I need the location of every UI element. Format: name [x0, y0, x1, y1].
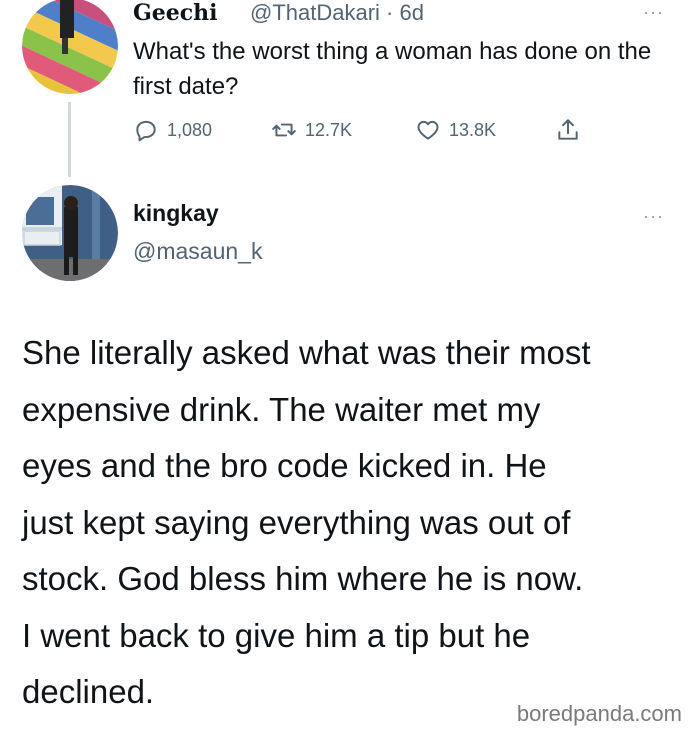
reply-text-line: She literally asked what was their most	[22, 334, 591, 371]
original-author-name[interactable]: Geechi	[133, 0, 218, 26]
kingkay-avatar[interactable]	[22, 185, 118, 281]
kingkay-avatar-image	[22, 185, 118, 281]
reply-tweet-text: She literally asked what was their most …	[22, 325, 682, 721]
original-tweet-text: What's the worst thing a woman has done …	[133, 38, 652, 100]
reply-text-line: I went back to give him a tip but he	[22, 616, 531, 654]
reply-count: 1,080	[167, 119, 213, 140]
reply-text-line: expensive drink. The waiter met my	[22, 390, 541, 428]
reply-button[interactable]: 1,080	[133, 117, 212, 143]
thread-connector-line	[68, 102, 71, 177]
reply-icon	[136, 120, 156, 142]
site-watermark: boredpanda.com	[516, 701, 682, 726]
reply-text-line: stock. God bless him where he is now.	[22, 560, 584, 597]
like-count: 13.8K	[449, 119, 497, 140]
reply-author-name[interactable]: kingkay	[133, 200, 219, 227]
like-button[interactable]: 13.8K	[415, 117, 496, 143]
more-options-icon[interactable]: ···	[643, 2, 664, 23]
reply-more-options-icon[interactable]: ···	[643, 206, 664, 227]
reply-text-line: just kept saying everything was out of	[22, 503, 571, 541]
share-button[interactable]	[555, 117, 581, 143]
reply-author-handle[interactable]: @masaun_k	[133, 238, 262, 265]
geechi-avatar[interactable]	[22, 0, 118, 94]
reply-text-line: eyes and the bro code kicked in. He	[22, 447, 547, 484]
share-icon	[558, 119, 578, 140]
geechi-avatar-image	[22, 0, 118, 94]
original-author-handle-time[interactable]: @ThatDakari · 6d	[250, 0, 424, 26]
heart-icon	[417, 120, 439, 140]
retweet-count: 12.7K	[305, 119, 353, 140]
retweet-icon	[272, 123, 296, 137]
retweet-button[interactable]: 12.7K	[271, 117, 352, 143]
